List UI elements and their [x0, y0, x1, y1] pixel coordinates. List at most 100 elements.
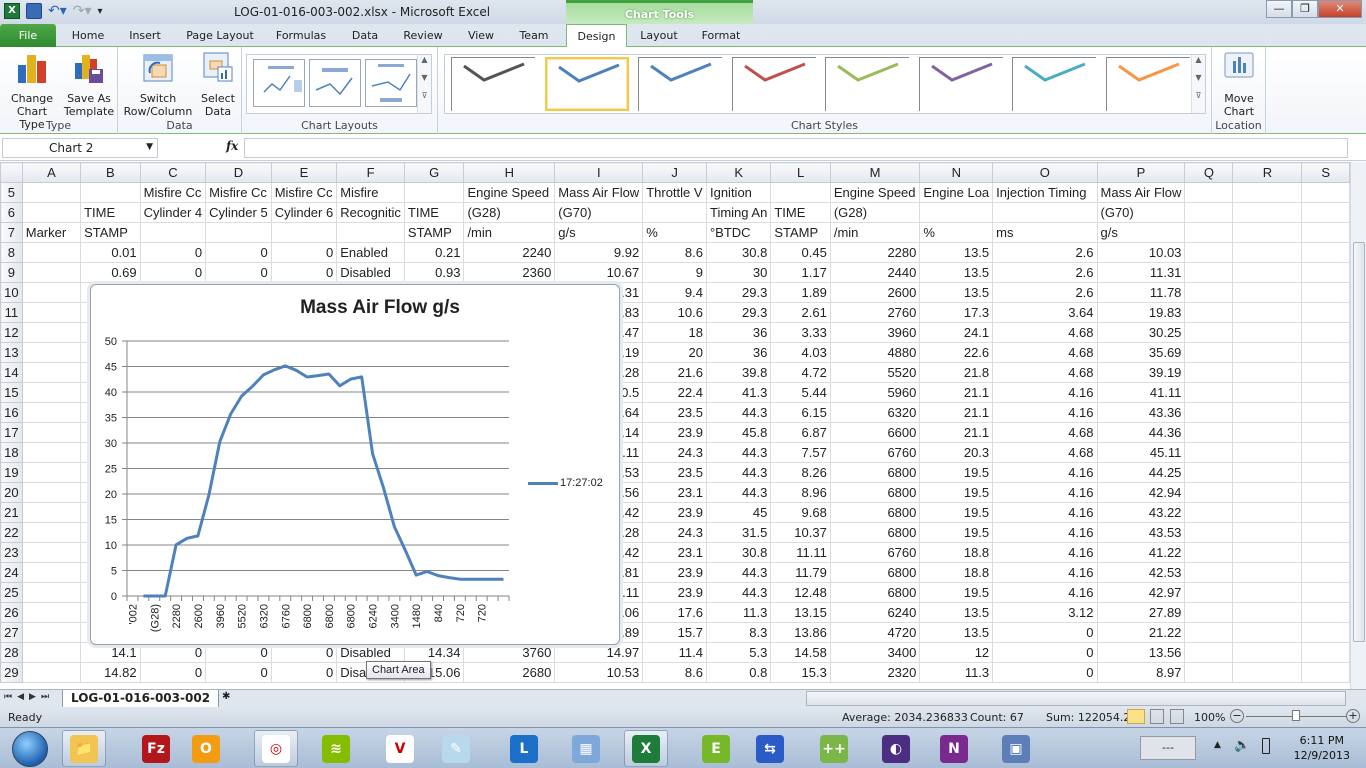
- cell-q20[interactable]: [1184, 482, 1234, 503]
- cell-n15[interactable]: 21.1: [919, 382, 994, 403]
- cell-n29[interactable]: 11.3: [919, 662, 994, 683]
- cell-l24[interactable]: 11.79: [770, 562, 831, 583]
- cell-k9[interactable]: 30: [705, 262, 772, 283]
- cell-e8[interactable]: 0: [270, 242, 338, 263]
- taskbar-app-virtualbox[interactable]: ▣: [994, 730, 1038, 767]
- cell-e6[interactable]: Cylinder 6: [270, 202, 338, 223]
- column-header-d[interactable]: D: [205, 162, 272, 183]
- cell-j17[interactable]: 23.9: [642, 422, 707, 443]
- cell-o15[interactable]: 4.16: [992, 382, 1098, 403]
- tab-view[interactable]: View: [460, 24, 502, 47]
- cell-a25[interactable]: [21, 582, 82, 603]
- cell-s28[interactable]: [1301, 642, 1350, 663]
- cell-e29[interactable]: 0: [270, 662, 338, 683]
- horizontal-scrollbar[interactable]: [806, 691, 1346, 706]
- cell-l22[interactable]: 10.37: [770, 522, 831, 543]
- cell-q16[interactable]: [1184, 402, 1234, 423]
- cell-r28[interactable]: [1232, 642, 1303, 663]
- cell-k23[interactable]: 30.8: [705, 542, 772, 563]
- cell-q12[interactable]: [1184, 322, 1234, 343]
- undo-icon[interactable]: ↶▾: [48, 3, 67, 19]
- cell-p15[interactable]: 41.11: [1096, 382, 1186, 403]
- cell-p23[interactable]: 41.22: [1096, 542, 1186, 563]
- cell-l14[interactable]: 4.72: [770, 362, 831, 383]
- cell-l28[interactable]: 14.58: [770, 642, 831, 663]
- cell-q6[interactable]: [1184, 202, 1234, 223]
- taskbar-app-vnc-viewer[interactable]: V: [378, 730, 422, 767]
- chart-layouts-scroll[interactable]: ▲ ▼ ⊽: [417, 55, 431, 113]
- cell-q25[interactable]: [1184, 582, 1234, 603]
- chart-area[interactable]: Mass Air Flow g/s 0 5 10 15 20 25 30 35 40 45 50'0…: [90, 284, 620, 645]
- cell-r5[interactable]: [1232, 182, 1303, 203]
- cell-h7[interactable]: /min: [463, 222, 556, 243]
- cell-k18[interactable]: 44.3: [705, 442, 772, 463]
- cell-n11[interactable]: 17.3: [919, 302, 994, 323]
- cell-d9[interactable]: 0: [205, 262, 272, 283]
- plot-area[interactable]: 0 5 10 15 20 25 30 35 40 45 50 '002 (G28) 2280 2600 396…: [91, 285, 621, 646]
- sheet-tab[interactable]: LOG-01-016-003-002: [62, 690, 220, 708]
- cell-k27[interactable]: 8.3: [705, 622, 772, 643]
- cell-a18[interactable]: [21, 442, 82, 463]
- cell-s10[interactable]: [1301, 282, 1350, 303]
- cell-q21[interactable]: [1184, 502, 1234, 523]
- cell-r27[interactable]: [1232, 622, 1303, 643]
- cell-d5[interactable]: Misfire Cc: [205, 182, 272, 203]
- cell-a7[interactable]: Marker: [21, 222, 82, 243]
- cell-k16[interactable]: 44.3: [705, 402, 772, 423]
- cell-o18[interactable]: 4.68: [992, 442, 1098, 463]
- taskbar-app-chrome[interactable]: ◎: [254, 730, 298, 767]
- cell-m5[interactable]: Engine Speed: [829, 182, 921, 203]
- redo-icon[interactable]: ↷▾: [73, 3, 92, 19]
- cell-q19[interactable]: [1184, 462, 1234, 483]
- cell-o12[interactable]: 4.68: [992, 322, 1098, 343]
- cell-s19[interactable]: [1301, 462, 1350, 483]
- cell-a27[interactable]: [21, 622, 82, 643]
- cell-k19[interactable]: 44.3: [705, 462, 772, 483]
- cell-n22[interactable]: 19.5: [919, 522, 994, 543]
- cell-p9[interactable]: 11.31: [1096, 262, 1186, 283]
- cell-j15[interactable]: 22.4: [642, 382, 707, 403]
- cell-c5[interactable]: Misfire Cc: [139, 182, 207, 203]
- cell-n18[interactable]: 20.3: [919, 442, 994, 463]
- cell-e5[interactable]: Misfire Cc: [270, 182, 338, 203]
- cell-p11[interactable]: 19.83: [1096, 302, 1186, 323]
- row-header[interactable]: 12: [0, 322, 23, 343]
- cell-l15[interactable]: 5.44: [770, 382, 831, 403]
- cell-g9[interactable]: 0.93: [403, 262, 465, 283]
- cell-k11[interactable]: 29.3: [705, 302, 772, 323]
- cell-r11[interactable]: [1232, 302, 1303, 323]
- cell-j8[interactable]: 8.6: [642, 242, 707, 263]
- cell-r9[interactable]: [1232, 262, 1303, 283]
- cell-r29[interactable]: [1232, 662, 1303, 683]
- taskbar-app-remote-desktop[interactable]: ⇆: [748, 730, 792, 767]
- cell-o17[interactable]: 4.68: [992, 422, 1098, 443]
- cell-p24[interactable]: 42.53: [1096, 562, 1186, 583]
- cell-a8[interactable]: [21, 242, 82, 263]
- cell-m17[interactable]: 6600: [829, 422, 921, 443]
- cell-m13[interactable]: 4880: [829, 342, 921, 363]
- row-header[interactable]: 8: [0, 242, 23, 263]
- cell-k15[interactable]: 41.3: [705, 382, 772, 403]
- cell-k28[interactable]: 5.3: [705, 642, 772, 663]
- cell-n20[interactable]: 19.5: [919, 482, 994, 503]
- cell-f6[interactable]: Recognitic: [336, 202, 405, 223]
- column-header-m[interactable]: M: [829, 162, 921, 183]
- cell-n27[interactable]: 13.5: [919, 622, 994, 643]
- column-header-q[interactable]: Q: [1184, 162, 1234, 183]
- column-header-o[interactable]: O: [992, 162, 1098, 183]
- taskbar-app-spotify[interactable]: ≋: [314, 730, 358, 767]
- cell-j9[interactable]: 9: [642, 262, 707, 283]
- cell-p14[interactable]: 39.19: [1096, 362, 1186, 383]
- cell-r20[interactable]: [1232, 482, 1303, 503]
- cell-l17[interactable]: 6.87: [770, 422, 831, 443]
- row-header[interactable]: 15: [0, 382, 23, 403]
- cell-d8[interactable]: 0: [205, 242, 272, 263]
- cell-n14[interactable]: 21.8: [919, 362, 994, 383]
- cell-q13[interactable]: [1184, 342, 1234, 363]
- cell-l5[interactable]: [770, 182, 831, 203]
- cell-a16[interactable]: [21, 402, 82, 423]
- cell-s22[interactable]: [1301, 522, 1350, 543]
- cell-l9[interactable]: 1.17: [770, 262, 831, 283]
- cell-s25[interactable]: [1301, 582, 1350, 603]
- cell-l16[interactable]: 6.15: [770, 402, 831, 423]
